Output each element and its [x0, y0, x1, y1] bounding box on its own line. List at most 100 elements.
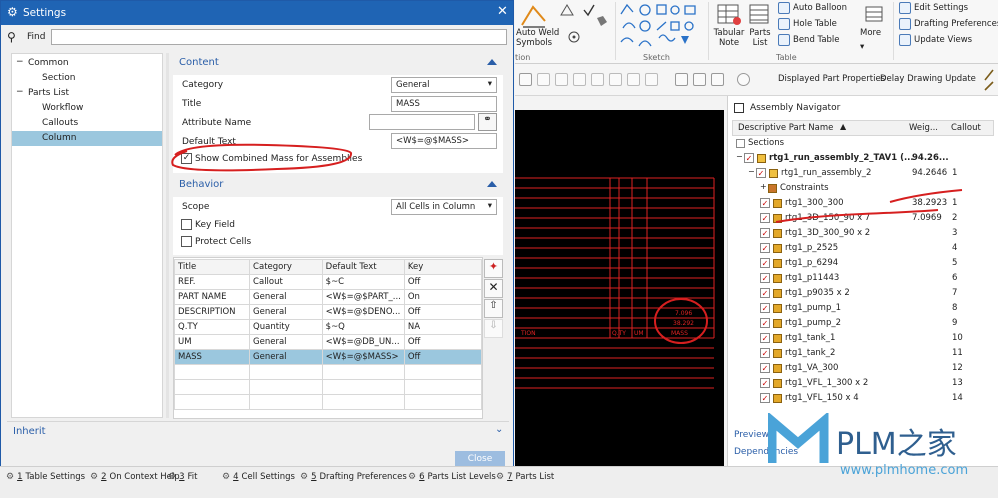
visibility-checkbox[interactable]: ✓ [744, 153, 754, 163]
grid-row[interactable]: UM General <W$=@DB_UN... Off [173, 334, 483, 350]
edit-settings-button[interactable]: Edit Settings [899, 2, 968, 14]
navigator-row[interactable]: ✓ rtg1_p_2525 4 [732, 241, 994, 256]
delete-column-button[interactable]: ✕ [484, 279, 503, 298]
tree-item-callouts[interactable]: Callouts [12, 116, 162, 131]
inherit-section-header[interactable]: Inherit ⌄ [7, 421, 509, 439]
visibility-checkbox[interactable]: ✓ [760, 228, 770, 238]
visibility-checkbox[interactable]: ✓ [760, 318, 770, 328]
navigator-row[interactable]: ✓ rtg1_p_6294 5 [732, 256, 994, 271]
drafting-preferences-button[interactable]: Drafting Preferences [899, 18, 998, 30]
title-input[interactable]: MASS [391, 96, 497, 112]
navigator-row[interactable]: ✓ rtg1_pump_1 8 [732, 301, 994, 316]
visibility-checkbox[interactable]: ✓ [760, 273, 770, 283]
visibility-checkbox[interactable]: ✓ [760, 288, 770, 298]
snap-icon[interactable] [519, 73, 532, 86]
navigator-row[interactable]: ✓ rtg1_tank_1 10 [732, 331, 994, 346]
delay-drawing-update-button[interactable]: Delay Drawing Update [880, 74, 976, 84]
visibility-checkbox[interactable]: ✓ [760, 363, 770, 373]
grid-col-default-text[interactable]: Default Text [321, 259, 405, 275]
visibility-checkbox[interactable]: ✓ [760, 243, 770, 253]
grid-row[interactable]: REF. Callout $~C Off [173, 274, 483, 290]
snap-center-icon[interactable] [609, 73, 622, 86]
col-weight[interactable]: Weig... [909, 123, 938, 133]
attribute-picker-button[interactable]: ⚭ [478, 113, 497, 131]
statusbar-item-parts-list[interactable]: ⚙ 7 Parts List [496, 472, 554, 482]
snap-point-icon[interactable] [537, 73, 550, 86]
update-views-button[interactable]: Update Views [899, 34, 972, 46]
tree-item-parts-list[interactable]: − Parts List [12, 86, 162, 101]
visibility-checkbox[interactable]: ✓ [760, 213, 770, 223]
visibility-checkbox[interactable]: ✓ [760, 348, 770, 358]
visibility-checkbox[interactable]: ✓ [760, 198, 770, 208]
more-icon[interactable] [864, 5, 886, 25]
default-text-input[interactable]: <W$=@$MASS> [391, 133, 497, 149]
grid-col-title[interactable]: Title [173, 259, 251, 275]
move-down-button[interactable]: ⇩ [484, 319, 503, 338]
auto-weld-icon[interactable] [519, 3, 549, 29]
navigator-row[interactable]: ✓ rtg1_pump_2 9 [732, 316, 994, 331]
statusbar-item-parts-list-levels[interactable]: ⚙ 6 Parts List Levels [408, 472, 496, 482]
visibility-checkbox[interactable]: ✓ [760, 303, 770, 313]
render-style-icon[interactable] [737, 73, 750, 86]
grid-row[interactable]: Q.TY Quantity $~Q NA [173, 319, 483, 335]
move-up-button[interactable]: ⇧ [484, 299, 503, 318]
tree-item-column[interactable]: Column [12, 131, 162, 146]
protect-cells-checkbox[interactable] [181, 236, 192, 247]
statusbar-item-table-settings[interactable]: ⚙ 1 Table Settings [6, 472, 85, 482]
parts-list-icon[interactable] [748, 3, 772, 27]
drawing-canvas[interactable]: TION Q.TY UM MASS 7.096 38.292 [515, 110, 724, 466]
col-callout[interactable]: Callout [951, 123, 981, 133]
weld-symbol-icon[interactable] [559, 3, 575, 17]
paint-bucket-icon[interactable] [593, 14, 609, 28]
grid-col-category[interactable]: Category [249, 259, 323, 275]
preview-panel-toggle[interactable]: Preview [734, 430, 769, 440]
splitter[interactable] [166, 53, 169, 418]
parts-list-button[interactable]: Parts List [746, 28, 774, 48]
behavior-section-header[interactable]: Behavior [173, 175, 503, 197]
statusbar-item-on-context-help[interactable]: ⚙ 2 On Context Help [90, 472, 180, 482]
navigator-row[interactable]: Sections [732, 136, 994, 151]
tree-item-common[interactable]: − Common [12, 56, 162, 71]
tree-item-workflow[interactable]: Workflow [12, 101, 162, 116]
snap-control-icon[interactable] [591, 73, 604, 86]
target-icon[interactable] [567, 30, 585, 44]
view-zoom-icon[interactable] [693, 73, 706, 86]
scope-select[interactable]: All Cells in Column ▾ [391, 199, 497, 215]
navigator-row[interactable]: ✓ rtg1_tank_2 11 [732, 346, 994, 361]
navigator-row[interactable]: − ✓ rtg1_run_assembly_2 94.2646 1 [732, 166, 994, 181]
sketch-tools-icon[interactable] [619, 2, 705, 54]
snap-end-icon[interactable] [555, 73, 568, 86]
tabular-note-button[interactable]: Tabular Note [712, 28, 746, 48]
attribute-name-input[interactable] [369, 114, 475, 130]
tabular-note-icon[interactable] [716, 3, 744, 27]
statusbar-item-cell-settings[interactable]: ⚙ 4 Cell Settings [222, 472, 295, 482]
visibility-checkbox[interactable]: ✓ [760, 393, 770, 403]
visibility-checkbox[interactable]: ✓ [760, 378, 770, 388]
sort-ascending-icon[interactable]: ▲ [840, 122, 846, 131]
expand-toggle-icon[interactable]: + [760, 182, 767, 191]
expand-toggle-icon[interactable]: − [748, 167, 755, 176]
view-fit-icon[interactable] [675, 73, 688, 86]
expand-toggle-icon[interactable]: − [736, 152, 743, 161]
content-section-header[interactable]: Content [173, 53, 503, 75]
category-select[interactable]: General ▾ [391, 77, 497, 93]
navigator-row[interactable]: − ✓ rtg1_run_assembly_2_TAV1 (... 94.26... [732, 151, 994, 166]
navigator-row[interactable]: ✓ rtg1_VA_300 12 [732, 361, 994, 376]
grid-row[interactable]: DESCRIPTION General <W$=@$DENO... Off [173, 304, 483, 320]
bend-table-button[interactable]: Bend Table [778, 34, 840, 46]
view-pan-icon[interactable] [711, 73, 724, 86]
tree-expander-icon[interactable]: − [16, 87, 24, 97]
navigator-row[interactable]: ✓ rtg1_p11443 6 [732, 271, 994, 286]
pen-icon[interactable] [982, 68, 996, 92]
navigator-row[interactable]: ✓ rtg1_3D_300_90 x 2 3 [732, 226, 994, 241]
find-input[interactable] [51, 29, 507, 45]
add-column-button[interactable]: ✦ [484, 259, 503, 278]
auto-weld-symbols-button[interactable]: Auto Weld Symbols [516, 28, 568, 48]
snap-mid-icon[interactable] [573, 73, 586, 86]
snap-quadrant-icon[interactable] [627, 73, 640, 86]
statusbar-item-drafting-preferences[interactable]: ⚙ 5 Drafting Preferences [300, 472, 407, 482]
close-icon[interactable]: ✕ [497, 4, 508, 19]
auto-balloon-button[interactable]: Auto Balloon [778, 2, 847, 14]
dialog-titlebar[interactable]: ⚙ Settings ✕ [1, 1, 513, 25]
navigator-row[interactable]: ✓ rtg1_VFL_150 x 4 14 [732, 391, 994, 406]
